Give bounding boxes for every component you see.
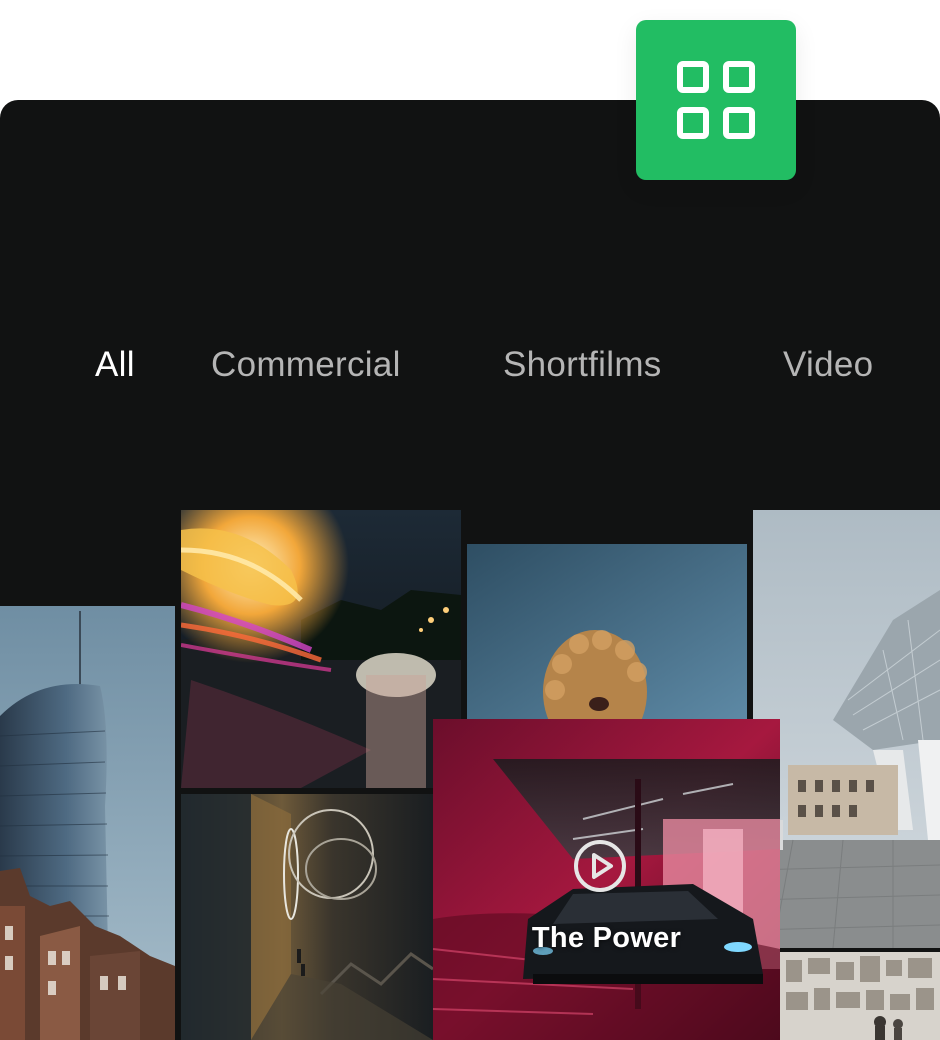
gallery-tile-neon-lights[interactable]	[181, 510, 461, 788]
portfolio-panel: All Commercial Shortfilms Video The Powe…	[0, 100, 940, 1040]
gallery-tile-corridor[interactable]	[181, 794, 433, 1040]
app-grid-button[interactable]	[636, 20, 796, 180]
featured-video-tile[interactable]: The Power	[433, 719, 780, 1040]
gallery-tile-building[interactable]	[753, 510, 940, 948]
featured-video-title: The Power	[531, 922, 682, 954]
gallery-tile-portrait[interactable]	[467, 544, 747, 724]
tab-all[interactable]: All	[95, 345, 135, 385]
tab-commercial[interactable]: Commercial	[211, 345, 401, 385]
tab-shortfilms[interactable]: Shortfilms	[503, 345, 662, 385]
play-icon[interactable]	[573, 839, 627, 893]
tab-video[interactable]: Video	[783, 345, 873, 385]
gallery-tile-skyscraper[interactable]	[0, 606, 175, 1040]
gallery-tile-photo-wall[interactable]	[780, 952, 940, 1040]
grid-icon	[677, 61, 755, 139]
